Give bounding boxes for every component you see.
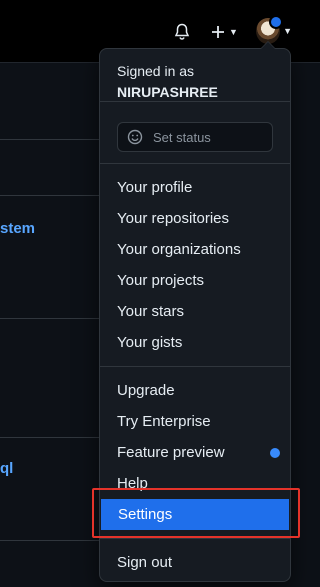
menu-item-sign-out[interactable]: Sign out [100,547,290,578]
menu-item-your-projects[interactable]: Your projects [100,265,290,296]
bg-divider [0,195,100,196]
signed-in-label: Signed in as [117,63,195,79]
notification-dot-icon [269,15,284,29]
menu-item-feature-preview[interactable]: Feature preview [100,437,290,468]
menu-item-your-profile[interactable]: Your profile [100,172,290,203]
menu-item-your-organizations[interactable]: Your organizations [100,234,290,265]
menu-item-your-gists[interactable]: Your gists [100,327,290,358]
create-new-button[interactable]: ▼ [210,22,244,42]
new-feature-dot-icon [270,448,280,458]
signout-group: Sign out [100,539,290,586]
set-status-label: Set status [153,129,211,145]
smiley-icon [127,129,143,145]
chevron-down-icon: ▼ [283,26,292,36]
bg-divider [0,540,100,541]
feature-preview-label: Feature preview [117,444,225,461]
menu-item-your-stars[interactable]: Your stars [100,296,290,327]
bg-divider [0,139,100,140]
set-status-button[interactable]: Set status [117,122,273,152]
signed-in-header: Signed in as NIRUPASHREE [100,49,290,101]
menu-item-your-repositories[interactable]: Your repositories [100,203,290,234]
username: NIRUPASHREE [117,84,218,100]
notifications-button[interactable] [174,22,194,42]
bg-repo-link[interactable]: ql [0,460,13,477]
bg-repo-link[interactable]: stem [0,220,35,237]
bell-icon [174,23,190,40]
bg-divider [0,318,100,319]
status-section: Set status [100,102,290,163]
bg-divider [0,437,100,438]
settings-highlight-box [92,488,300,538]
menu-item-try-enterprise[interactable]: Try Enterprise [100,406,290,437]
plus-icon [212,26,224,38]
chevron-down-icon: ▼ [229,27,238,37]
menu-item-upgrade[interactable]: Upgrade [100,375,290,406]
profile-group: Your profile Your repositories Your orga… [100,164,290,366]
